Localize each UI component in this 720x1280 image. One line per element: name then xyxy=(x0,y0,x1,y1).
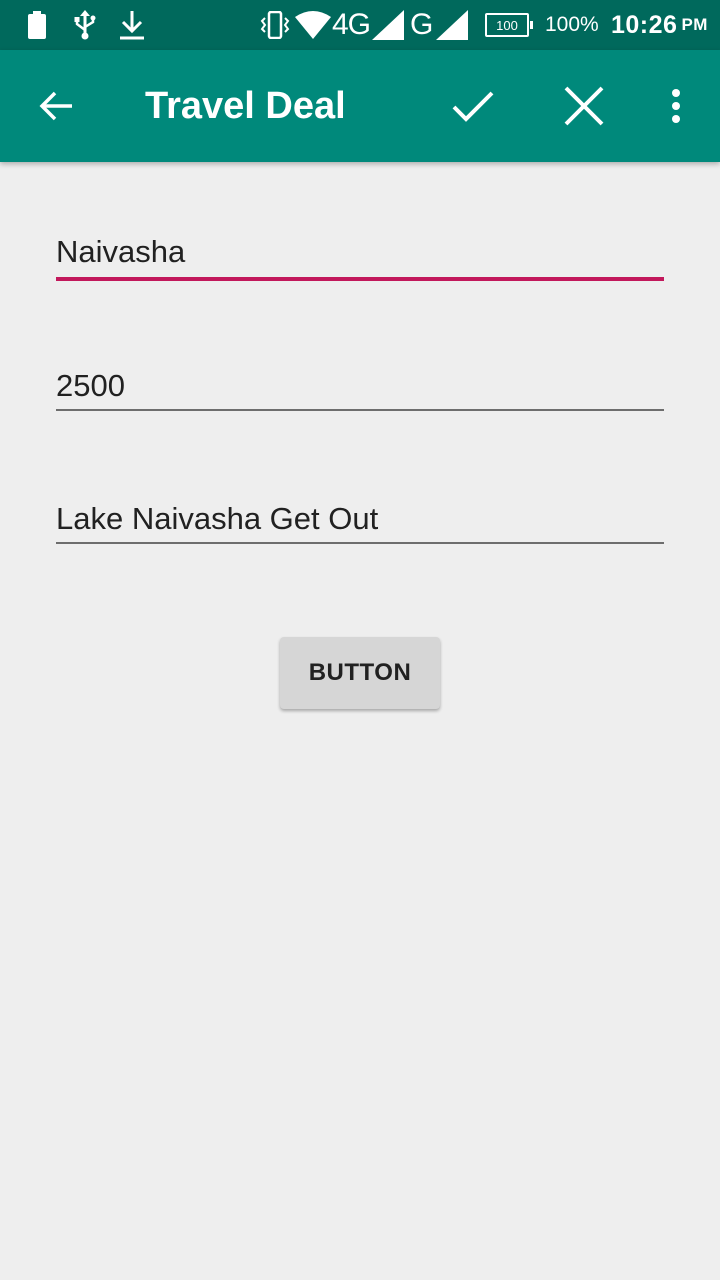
battery-percent: 100% xyxy=(545,13,599,36)
submit-button[interactable]: BUTTON xyxy=(280,637,440,709)
clock-time: 10:26 xyxy=(611,10,678,39)
title-field-underline xyxy=(56,277,664,281)
network-4g-label: 4G xyxy=(332,8,371,41)
description-input[interactable]: Lake Naivasha Get Out xyxy=(56,499,664,539)
download-icon xyxy=(119,0,145,50)
status-bar: 4G G 100 100% 10:26 PM xyxy=(0,0,720,50)
battery-icon: 100 xyxy=(485,0,533,50)
close-icon xyxy=(564,86,604,126)
network-g-label: G xyxy=(410,8,433,41)
save-button[interactable] xyxy=(437,50,509,162)
title-field[interactable]: Naivasha xyxy=(56,232,664,282)
price-input[interactable]: 2500 xyxy=(56,366,664,406)
page-title: Travel Deal xyxy=(145,85,346,127)
description-field-underline xyxy=(56,542,664,544)
check-icon xyxy=(452,91,494,122)
wifi-icon xyxy=(295,0,331,50)
more-vert-icon xyxy=(672,89,680,123)
clock-ampm: PM xyxy=(681,15,708,34)
back-arrow-icon xyxy=(39,91,72,121)
price-field[interactable]: 2500 xyxy=(56,366,664,412)
overflow-menu-button[interactable] xyxy=(640,50,712,162)
price-field-underline xyxy=(56,409,664,411)
back-button[interactable] xyxy=(20,50,92,162)
battery-icon xyxy=(27,0,47,50)
cancel-button[interactable] xyxy=(548,50,620,162)
description-field[interactable]: Lake Naivasha Get Out xyxy=(56,499,664,545)
toolbar: Travel Deal xyxy=(0,50,720,162)
battery-level-label: 100 xyxy=(496,17,518,33)
usb-icon xyxy=(73,0,97,50)
signal-icon xyxy=(436,0,468,50)
vibrate-icon xyxy=(260,0,290,50)
clock: 10:26 PM xyxy=(611,0,708,50)
signal-icon xyxy=(372,0,404,50)
title-input[interactable]: Naivasha xyxy=(56,232,664,272)
